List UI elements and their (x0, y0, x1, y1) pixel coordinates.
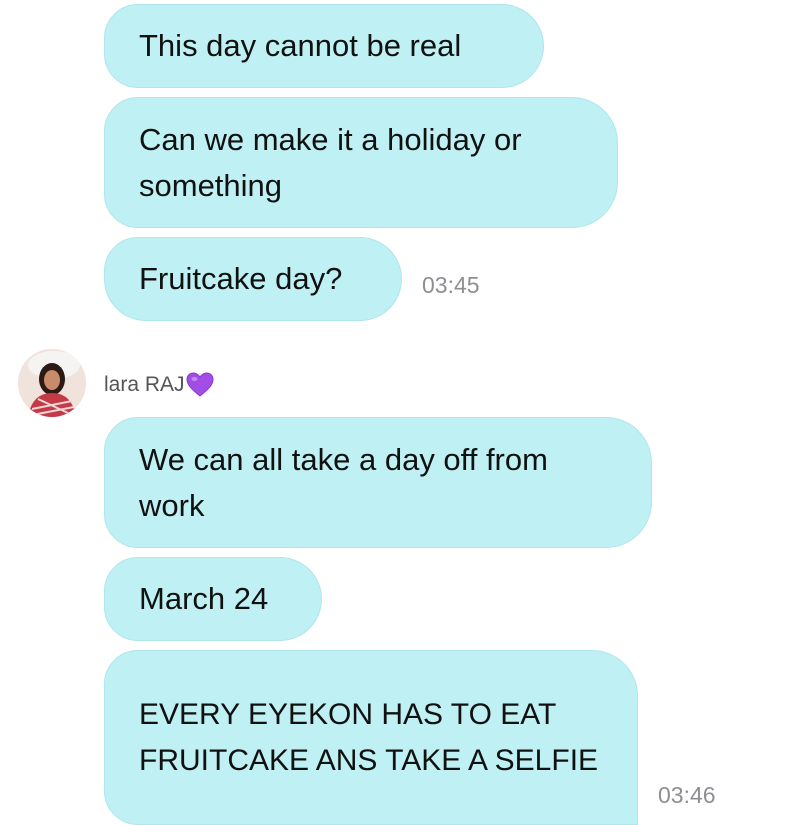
chat-thread: This day cannot be real Can we make it a… (0, 0, 800, 825)
sender-name[interactable]: lara RAJ (104, 373, 185, 397)
message-bubble[interactable]: March 24 (104, 557, 322, 641)
message-text: This day cannot be real (139, 28, 462, 63)
message-text: EVERY EYEKON HAS TO EAT FRUITCAKE ANS TA… (139, 697, 599, 777)
message-text: We can all take a day off from work (139, 441, 548, 523)
message-timestamp: 03:46 (658, 782, 716, 808)
purple-heart-icon (186, 372, 214, 397)
profile-photo-icon (18, 349, 86, 417)
message-text: Fruitcake day? (139, 261, 343, 296)
message-text: March 24 (139, 581, 269, 616)
message-text: Can we make it a holiday or something (139, 121, 522, 203)
sender-name-row: lara RAJ (104, 372, 214, 398)
message-bubble[interactable]: Fruitcake day? (104, 237, 402, 321)
message-timestamp: 03:45 (422, 272, 480, 298)
message-bubble[interactable]: EVERY EYEKON HAS TO EAT FRUITCAKE ANS TA… (104, 650, 638, 825)
sender-header: lara RAJ (18, 348, 214, 418)
message-bubble[interactable]: This day cannot be real (104, 4, 544, 88)
message-bubble[interactable]: We can all take a day off from work (104, 417, 652, 548)
avatar[interactable] (18, 349, 86, 417)
message-bubble[interactable]: Can we make it a holiday or something (104, 97, 618, 228)
